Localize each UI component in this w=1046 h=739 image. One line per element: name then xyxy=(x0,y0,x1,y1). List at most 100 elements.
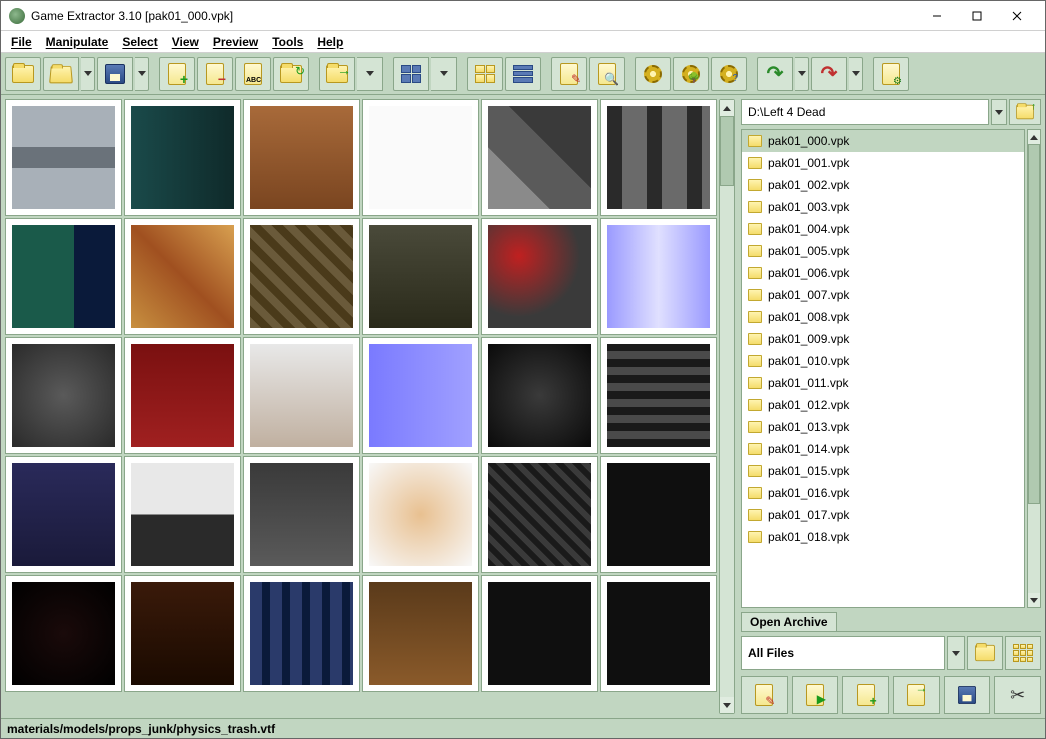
action-btn-4[interactable]: → xyxy=(893,676,940,714)
file-item[interactable]: pak01_016.vpk xyxy=(742,482,1024,504)
thumbnail-item[interactable] xyxy=(243,456,360,573)
gear-3-button[interactable]: ? xyxy=(711,57,747,91)
thumbnail-item[interactable] xyxy=(481,456,598,573)
file-item[interactable]: pak01_000.vpk xyxy=(742,130,1024,152)
run-green-dropdown[interactable] xyxy=(795,57,809,91)
file-item[interactable]: pak01_003.vpk xyxy=(742,196,1024,218)
file-item[interactable]: pak01_008.vpk xyxy=(742,306,1024,328)
thumbnail-item[interactable] xyxy=(243,218,360,335)
file-item[interactable]: pak01_010.vpk xyxy=(742,350,1024,372)
thumbnail-item[interactable] xyxy=(481,99,598,216)
thumbnail-item[interactable] xyxy=(124,575,241,692)
thumbnail-item[interactable] xyxy=(600,337,717,454)
file-item[interactable]: pak01_017.vpk xyxy=(742,504,1024,526)
thumbnail-item[interactable] xyxy=(124,218,241,335)
run-green-button[interactable]: ↷ xyxy=(757,57,793,91)
run-red-dropdown[interactable] xyxy=(849,57,863,91)
thumbnail-item[interactable] xyxy=(5,99,122,216)
file-item[interactable]: pak01_015.vpk xyxy=(742,460,1024,482)
scrollbar-thumb[interactable] xyxy=(720,116,734,186)
thumbnail-item[interactable] xyxy=(600,218,717,335)
file-item[interactable]: pak01_009.vpk xyxy=(742,328,1024,350)
action-btn-2[interactable]: ▶ xyxy=(792,676,839,714)
table-view-dropdown[interactable] xyxy=(431,57,457,91)
filter-input[interactable]: All Files xyxy=(741,636,945,670)
thumbnail-item[interactable] xyxy=(600,575,717,692)
thumbnail-item[interactable] xyxy=(243,337,360,454)
menu-view[interactable]: View xyxy=(172,35,199,49)
menu-preview[interactable]: Preview xyxy=(213,35,258,49)
hex-view-button[interactable]: ✎ xyxy=(551,57,587,91)
thumbnail-view-button[interactable] xyxy=(467,57,503,91)
file-list[interactable]: pak01_000.vpkpak01_001.vpkpak01_002.vpkp… xyxy=(741,129,1025,608)
rename-file-button[interactable]: ABC xyxy=(235,57,271,91)
tab-open-archive[interactable]: Open Archive xyxy=(741,612,837,631)
export-dropdown[interactable] xyxy=(357,57,383,91)
menu-file[interactable]: File xyxy=(11,35,32,49)
file-item[interactable]: pak01_018.vpk xyxy=(742,526,1024,548)
thumbnail-item[interactable] xyxy=(600,99,717,216)
gear-2-button[interactable]: 🌳 xyxy=(673,57,709,91)
action-btn-5[interactable] xyxy=(944,676,991,714)
run-red-button[interactable]: ↷ xyxy=(811,57,847,91)
action-btn-6[interactable]: ✂ xyxy=(994,676,1041,714)
scroll-up-icon[interactable] xyxy=(720,100,734,116)
filter-dropdown[interactable] xyxy=(947,636,965,670)
file-item[interactable]: pak01_013.vpk xyxy=(742,416,1024,438)
remove-file-button[interactable]: − xyxy=(197,57,233,91)
thumbnail-item[interactable] xyxy=(481,337,598,454)
add-file-button[interactable]: + xyxy=(159,57,195,91)
thumbnail-item[interactable] xyxy=(362,99,479,216)
action-btn-3[interactable]: + xyxy=(842,676,889,714)
save-archive-dropdown[interactable] xyxy=(135,57,149,91)
scrollbar-thumb[interactable] xyxy=(1028,144,1040,504)
file-item[interactable]: pak01_005.vpk xyxy=(742,240,1024,262)
table-view-button[interactable] xyxy=(393,57,429,91)
thumbnail-item[interactable] xyxy=(362,456,479,573)
file-item[interactable]: pak01_014.vpk xyxy=(742,438,1024,460)
tree-view-button[interactable] xyxy=(505,57,541,91)
thumbnail-item[interactable] xyxy=(243,575,360,692)
path-input[interactable]: D:\Left 4 Dead xyxy=(741,99,989,125)
thumbnail-item[interactable] xyxy=(600,456,717,573)
close-button[interactable] xyxy=(997,2,1037,30)
minimize-button[interactable] xyxy=(917,2,957,30)
thumbnail-scrollbar[interactable] xyxy=(719,99,735,714)
new-archive-button[interactable] xyxy=(5,57,41,91)
file-item[interactable]: pak01_004.vpk xyxy=(742,218,1024,240)
thumbnail-item[interactable] xyxy=(243,99,360,216)
save-archive-button[interactable] xyxy=(97,57,133,91)
thumbnail-item[interactable] xyxy=(362,218,479,335)
thumbnail-item[interactable] xyxy=(124,456,241,573)
menu-select[interactable]: Select xyxy=(122,35,157,49)
path-dropdown[interactable] xyxy=(991,99,1007,125)
thumbnail-item[interactable] xyxy=(124,99,241,216)
open-archive-button[interactable] xyxy=(43,57,79,91)
menu-tools[interactable]: Tools xyxy=(272,35,303,49)
file-item[interactable]: pak01_011.vpk xyxy=(742,372,1024,394)
thumbnail-item[interactable] xyxy=(481,218,598,335)
replace-file-button[interactable]: ↻ xyxy=(273,57,309,91)
thumbnail-item[interactable] xyxy=(124,337,241,454)
filter-browse-button[interactable] xyxy=(967,636,1003,670)
path-up-button[interactable]: ↑ xyxy=(1009,99,1041,125)
file-list-scrollbar[interactable] xyxy=(1027,129,1041,608)
thumbnail-item[interactable] xyxy=(5,218,122,335)
file-item[interactable]: pak01_012.vpk xyxy=(742,394,1024,416)
scroll-up-icon[interactable] xyxy=(1028,130,1040,144)
menu-manipulate[interactable]: Manipulate xyxy=(46,35,109,49)
thumbnail-item[interactable] xyxy=(5,456,122,573)
options-button[interactable]: ⚙ xyxy=(873,57,909,91)
file-item[interactable]: pak01_006.vpk xyxy=(742,262,1024,284)
gear-1-button[interactable] xyxy=(635,57,671,91)
scroll-down-icon[interactable] xyxy=(1028,593,1040,607)
search-button[interactable]: 🔍 xyxy=(589,57,625,91)
thumbnail-item[interactable] xyxy=(5,575,122,692)
thumbnail-item[interactable] xyxy=(5,337,122,454)
menu-help[interactable]: Help xyxy=(317,35,343,49)
export-button[interactable]: → xyxy=(319,57,355,91)
file-item[interactable]: pak01_007.vpk xyxy=(742,284,1024,306)
thumbnail-item[interactable] xyxy=(362,575,479,692)
filter-thumb-button[interactable] xyxy=(1005,636,1041,670)
action-btn-1[interactable]: ✎ xyxy=(741,676,788,714)
